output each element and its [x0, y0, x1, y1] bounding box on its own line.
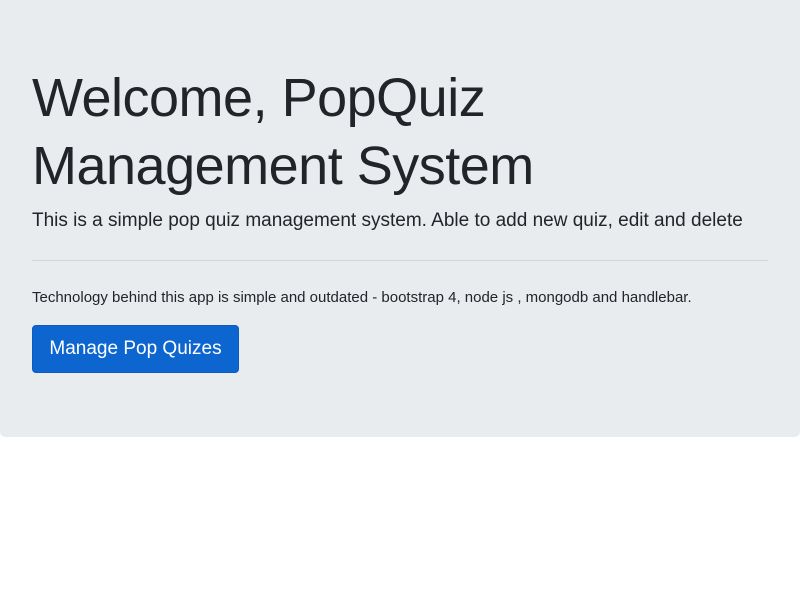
- technology-description: Technology behind this app is simple and…: [32, 289, 692, 306]
- divider: [32, 260, 768, 261]
- jumbotron: Welcome, PopQuiz Management System This …: [0, 0, 800, 437]
- manage-pop-quizes-button[interactable]: Manage Pop Quizes: [32, 325, 239, 373]
- page-title: Welcome, PopQuiz Management System: [32, 68, 534, 196]
- lead-text: This is a simple pop quiz management sys…: [32, 210, 743, 231]
